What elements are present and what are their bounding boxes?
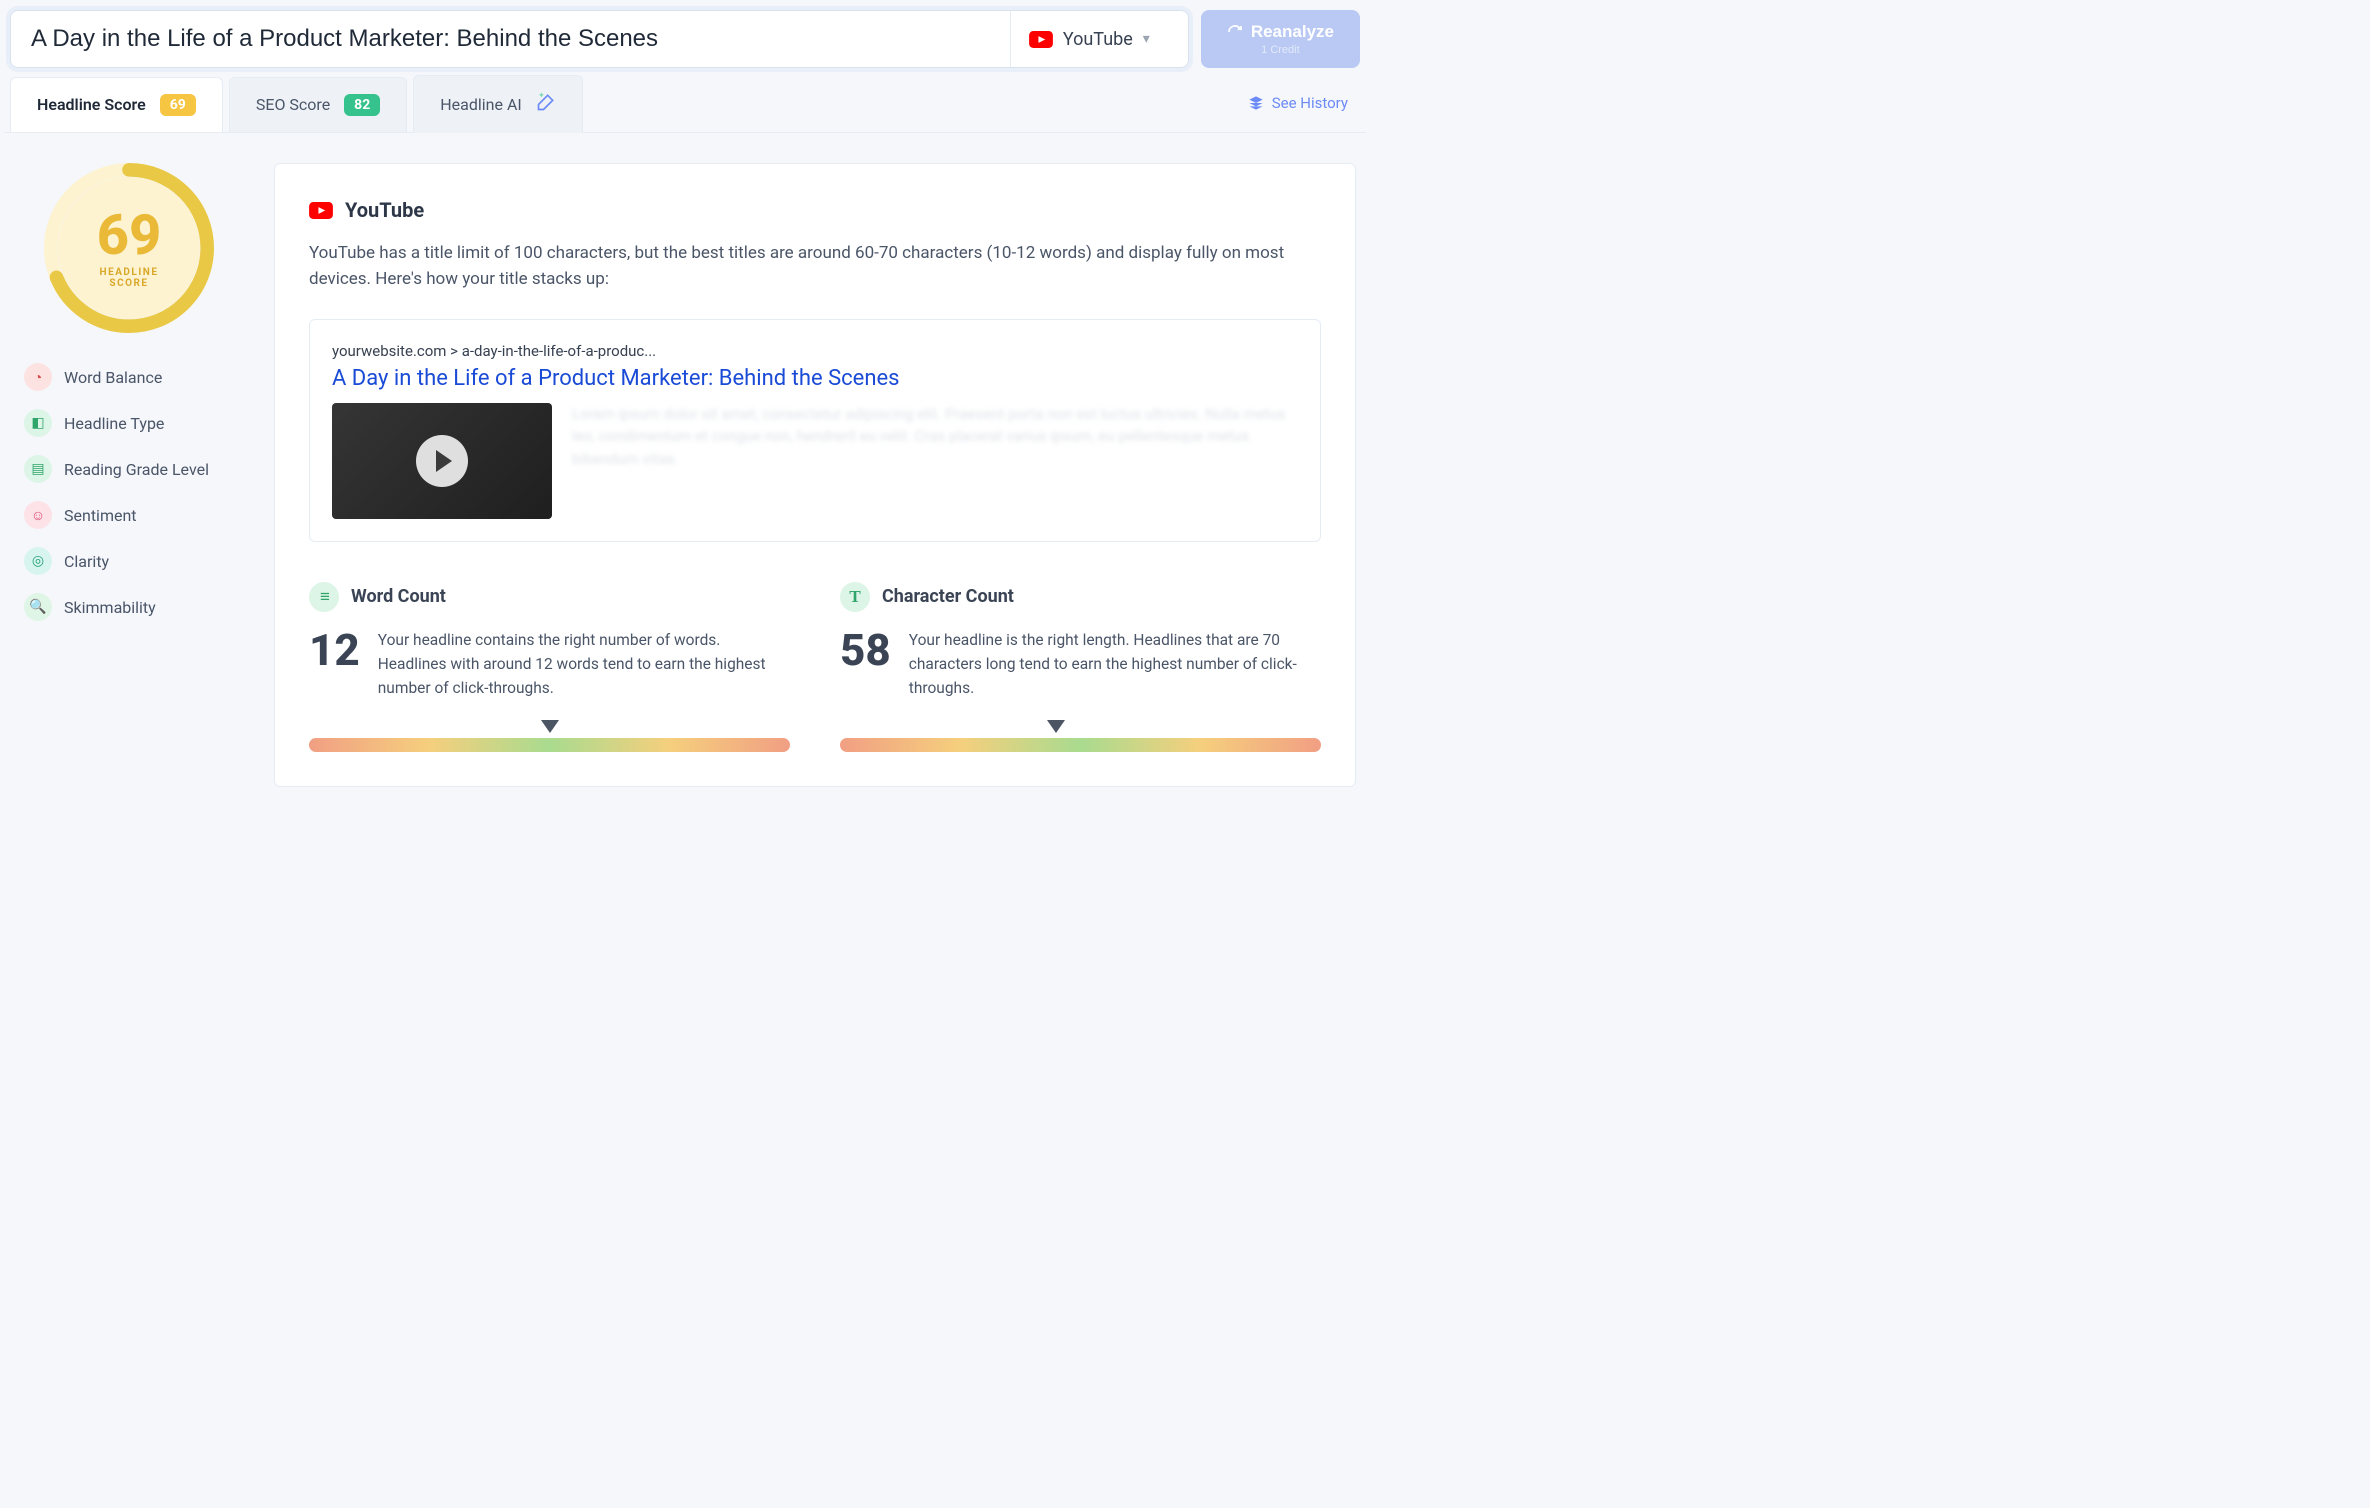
reanalyze-credit: 1 Credit [1261, 44, 1300, 56]
metric-skimmability[interactable]: 🔍 Skimmability [24, 593, 244, 621]
book-icon: ▤ [24, 455, 52, 483]
char-count-value: 58 [840, 628, 891, 700]
magnifier-icon: 🔍 [24, 593, 52, 621]
metric-label: Sentiment [64, 506, 137, 525]
preview-title: A Day in the Life of a Product Marketer:… [332, 366, 1298, 391]
tab-label: SEO Score [256, 95, 330, 114]
see-history-label: See History [1272, 94, 1348, 112]
tab-badge: 69 [160, 94, 196, 116]
panel-title: YouTube [345, 198, 424, 222]
shapes-icon: ◧ [24, 409, 52, 437]
preview-url: yourwebsite.com > a-day-in-the-life-of-a… [332, 342, 1298, 360]
tab-label: Headline AI [440, 95, 521, 114]
target-icon: ◎ [24, 547, 52, 575]
score-number: 69 [97, 207, 162, 263]
platform-dropdown[interactable]: YouTube ▾ [1010, 11, 1168, 67]
panel-description: YouTube has a title limit of 100 charact… [309, 240, 1321, 293]
metric-label: Headline Type [64, 414, 164, 433]
word-count-description: Your headline contains the right number … [378, 628, 790, 700]
sparkle-pencil-icon [536, 92, 556, 117]
sidebar: 69 HEADLINESCORE ◔ Word Balance ◧ Headli… [14, 163, 244, 787]
counts-row: ≡ Word Count 12 Your headline contains t… [309, 582, 1321, 752]
headline-input[interactable] [31, 25, 1010, 53]
reanalyze-button[interactable]: Reanalyze 1 Credit [1201, 10, 1360, 68]
panel-header: YouTube [309, 198, 1321, 222]
youtube-icon [1029, 31, 1053, 48]
main-layout: 69 HEADLINESCORE ◔ Word Balance ◧ Headli… [4, 133, 1366, 817]
tab-seo-score[interactable]: SEO Score 82 [229, 77, 407, 132]
word-count-title: Word Count [351, 586, 446, 607]
tab-badge: 82 [344, 94, 380, 116]
lines-icon: ≡ [309, 582, 339, 612]
char-count-marker [1047, 720, 1065, 733]
char-count-section: T Character Count 58 Your headline is th… [840, 582, 1321, 752]
score-caption: HEADLINESCORE [100, 267, 159, 289]
tab-headline-ai[interactable]: Headline AI [413, 75, 582, 133]
word-count-value: 12 [309, 628, 360, 700]
play-icon [416, 435, 468, 487]
youtube-icon [309, 202, 333, 219]
word-count-marker [541, 720, 559, 733]
metric-clarity[interactable]: ◎ Clarity [24, 547, 244, 575]
char-count-title: Character Count [882, 586, 1014, 607]
metric-list: ◔ Word Balance ◧ Headline Type ▤ Reading… [14, 363, 244, 621]
preview-thumbnail [332, 403, 552, 519]
metric-headline-type[interactable]: ◧ Headline Type [24, 409, 244, 437]
metric-label: Reading Grade Level [64, 460, 209, 479]
face-icon: ☺ [24, 501, 52, 529]
metric-sentiment[interactable]: ☺ Sentiment [24, 501, 244, 529]
word-count-section: ≡ Word Count 12 Your headline contains t… [309, 582, 790, 752]
top-bar: YouTube ▾ Reanalyze 1 Credit [4, 4, 1366, 74]
metric-label: Skimmability [64, 598, 156, 617]
pie-icon: ◔ [24, 363, 52, 391]
serp-preview: yourwebsite.com > a-day-in-the-life-of-a… [309, 319, 1321, 542]
headline-input-wrap: YouTube ▾ [10, 10, 1189, 68]
see-history-link[interactable]: See History [1248, 94, 1360, 112]
refresh-icon [1227, 24, 1243, 40]
layers-icon [1248, 95, 1264, 111]
preview-description-placeholder: Lorem ipsum dolor sit amet, consectetur … [572, 403, 1298, 471]
metric-word-balance[interactable]: ◔ Word Balance [24, 363, 244, 391]
metric-label: Word Balance [64, 368, 162, 387]
chevron-down-icon: ▾ [1143, 31, 1150, 47]
tabs-row: Headline Score 69 SEO Score 82 Headline … [4, 74, 1366, 133]
headline-score-gauge: 69 HEADLINESCORE [44, 163, 214, 333]
word-count-bar [309, 720, 790, 752]
letter-t-icon: T [840, 582, 870, 612]
reanalyze-label: Reanalyze [1251, 22, 1334, 42]
tab-label: Headline Score [37, 95, 146, 114]
char-count-bar [840, 720, 1321, 752]
metric-reading-grade[interactable]: ▤ Reading Grade Level [24, 455, 244, 483]
platform-name: YouTube [1063, 29, 1133, 50]
metric-label: Clarity [64, 552, 109, 571]
char-count-description: Your headline is the right length. Headl… [909, 628, 1321, 700]
tab-headline-score[interactable]: Headline Score 69 [10, 77, 223, 132]
content-panel: YouTube YouTube has a title limit of 100… [274, 163, 1356, 787]
